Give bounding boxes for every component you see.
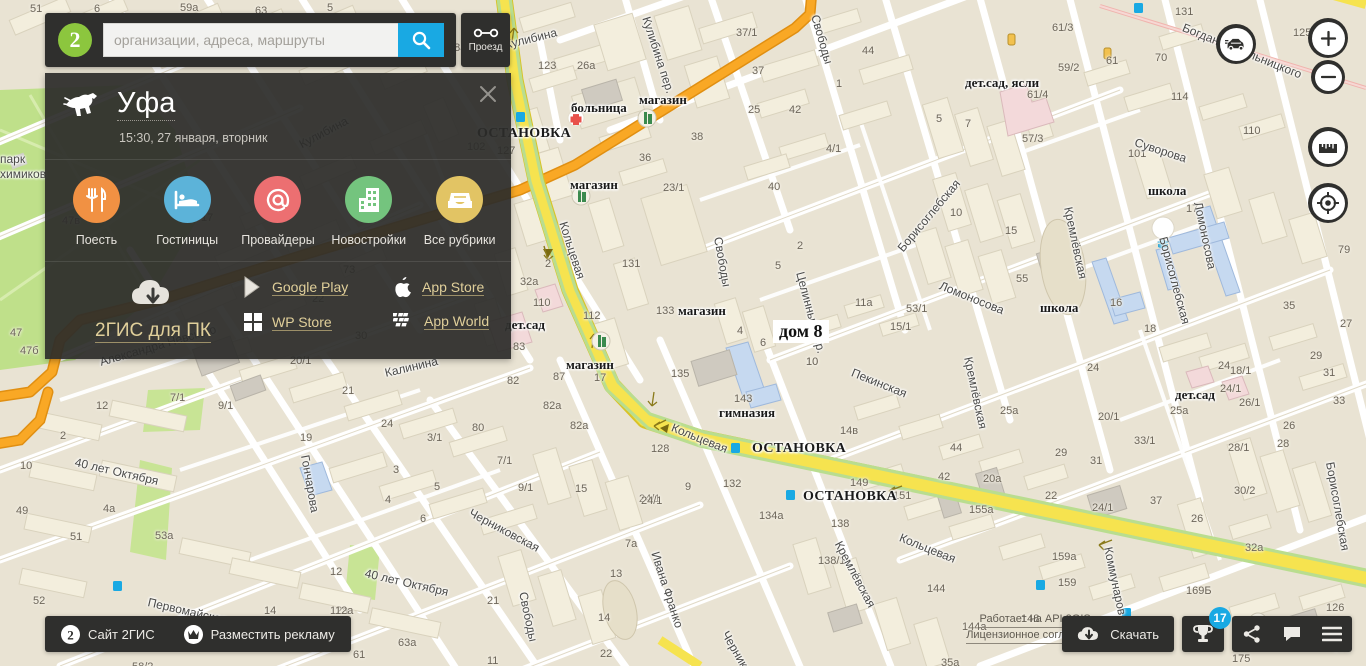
cloud-download-icon bbox=[1078, 627, 1099, 640]
city-info-panel: Уфа 15:30, 27 января, вторник Поесть Гос… bbox=[45, 73, 511, 359]
store-label: App World bbox=[424, 312, 490, 330]
drawer-icon bbox=[436, 176, 484, 223]
logo-text: 2 bbox=[69, 27, 81, 52]
zoom-out-button[interactable] bbox=[1311, 60, 1345, 94]
2gis-logo-icon[interactable]: 2 bbox=[58, 23, 92, 57]
crown-icon bbox=[183, 624, 203, 644]
rubric-providers[interactable]: Провайдеры bbox=[233, 176, 324, 247]
comment-button[interactable] bbox=[1272, 616, 1312, 652]
store-app-store[interactable]: App Store bbox=[393, 276, 489, 298]
city-row: Уфа bbox=[63, 89, 493, 121]
share-button[interactable] bbox=[1232, 616, 1272, 652]
svg-text:2: 2 bbox=[67, 627, 74, 642]
rubrics-row: Поесть Гостиницы Провайдеры Новостройки … bbox=[45, 159, 511, 261]
search-input[interactable] bbox=[104, 25, 398, 55]
rubric-label: Гостиницы bbox=[156, 233, 219, 247]
blackberry-icon bbox=[393, 313, 410, 327]
right-icon-bar bbox=[1232, 616, 1352, 652]
city-datetime: 15:30, 27 января, вторник bbox=[119, 131, 268, 145]
apple-icon bbox=[395, 277, 411, 298]
store-column-right: App Store App World bbox=[393, 276, 490, 330]
app-stores-row: 2ГИС для ПК Google Play WP Store App Sto… bbox=[45, 261, 511, 359]
store-wp[interactable]: WP Store bbox=[243, 312, 393, 332]
geolocate-button[interactable] bbox=[1308, 183, 1348, 223]
ruler-button[interactable] bbox=[1308, 127, 1348, 167]
bottom-right-bar: Скачать 17 bbox=[1062, 607, 1352, 652]
zoom-in-button[interactable] bbox=[1308, 18, 1348, 58]
close-icon[interactable] bbox=[479, 85, 497, 103]
search-bar: 2 bbox=[45, 13, 456, 67]
rubric-hotels[interactable]: Гостиницы bbox=[142, 176, 233, 247]
windows-icon bbox=[244, 313, 262, 331]
comment-icon bbox=[1284, 627, 1300, 641]
rubric-label: Провайдеры bbox=[241, 233, 315, 247]
running-horse-icon bbox=[63, 93, 97, 116]
pc-download-block[interactable]: 2ГИС для ПК bbox=[63, 276, 243, 343]
panel-header: Уфа 15:30, 27 января, вторник bbox=[45, 73, 511, 159]
store-google-play[interactable]: Google Play bbox=[243, 276, 393, 298]
rubric-eat[interactable]: Поесть bbox=[51, 176, 142, 247]
search-field-wrapper bbox=[103, 23, 398, 57]
store-label: WP Store bbox=[272, 313, 332, 331]
at-sign-icon bbox=[254, 176, 302, 223]
car-traffic-icon bbox=[1225, 38, 1244, 51]
store-column-left: Google Play WP Store bbox=[243, 276, 393, 332]
2gis-logo-icon: 2 bbox=[61, 624, 80, 644]
download-label: Скачать bbox=[1110, 626, 1159, 642]
share-icon bbox=[1243, 625, 1260, 643]
achievements-badge: 17 bbox=[1209, 607, 1231, 629]
site-2gis-label: Сайт 2ГИС bbox=[88, 626, 155, 642]
minus-icon bbox=[1320, 75, 1336, 79]
rubric-label: Все рубрики bbox=[423, 233, 496, 247]
bottom-left-bar: 2 Сайт 2ГИС Разместить рекламу bbox=[45, 616, 351, 652]
plus-icon bbox=[1320, 30, 1336, 46]
2gis-map-app: 51659а63561818а4а12326а37/13744142253836… bbox=[0, 0, 1366, 666]
building-icon bbox=[345, 176, 393, 223]
route-button[interactable]: Проезд bbox=[461, 13, 510, 67]
place-ad-label: Разместить рекламу bbox=[210, 626, 335, 642]
store-app-world[interactable]: App World bbox=[393, 312, 490, 330]
cloud-download-icon bbox=[132, 280, 169, 304]
rubric-newbuildings[interactable]: Новостройки bbox=[323, 176, 414, 247]
pc-download-label: 2ГИС для ПК bbox=[95, 320, 211, 343]
download-button[interactable]: Скачать bbox=[1062, 616, 1174, 652]
menu-button[interactable] bbox=[1312, 616, 1352, 652]
store-label: Google Play bbox=[272, 278, 349, 296]
search-button[interactable] bbox=[398, 23, 444, 57]
magnifier-icon bbox=[412, 31, 431, 50]
route-dots-icon bbox=[473, 28, 498, 38]
place-ad-link[interactable]: Разместить рекламу bbox=[183, 624, 335, 644]
crosshair-icon bbox=[1317, 192, 1339, 214]
traffic-button[interactable] bbox=[1216, 24, 1256, 64]
hamburger-menu-icon bbox=[1322, 626, 1342, 642]
achievements-button[interactable]: 17 bbox=[1182, 607, 1231, 652]
bed-icon bbox=[163, 176, 211, 223]
rubric-label: Поесть bbox=[75, 233, 118, 247]
google-play-icon bbox=[244, 276, 260, 298]
trophy-icon bbox=[1193, 625, 1213, 642]
rubric-label: Новостройки bbox=[331, 233, 407, 247]
fork-knife-icon bbox=[72, 176, 120, 223]
rubric-all[interactable]: Все рубрики bbox=[414, 176, 505, 247]
store-label: App Store bbox=[422, 278, 485, 296]
site-2gis-link[interactable]: 2 Сайт 2ГИС bbox=[61, 624, 155, 644]
route-button-label: Проезд bbox=[468, 42, 503, 53]
ruler-icon bbox=[1319, 144, 1337, 153]
city-name[interactable]: Уфа bbox=[117, 89, 176, 121]
